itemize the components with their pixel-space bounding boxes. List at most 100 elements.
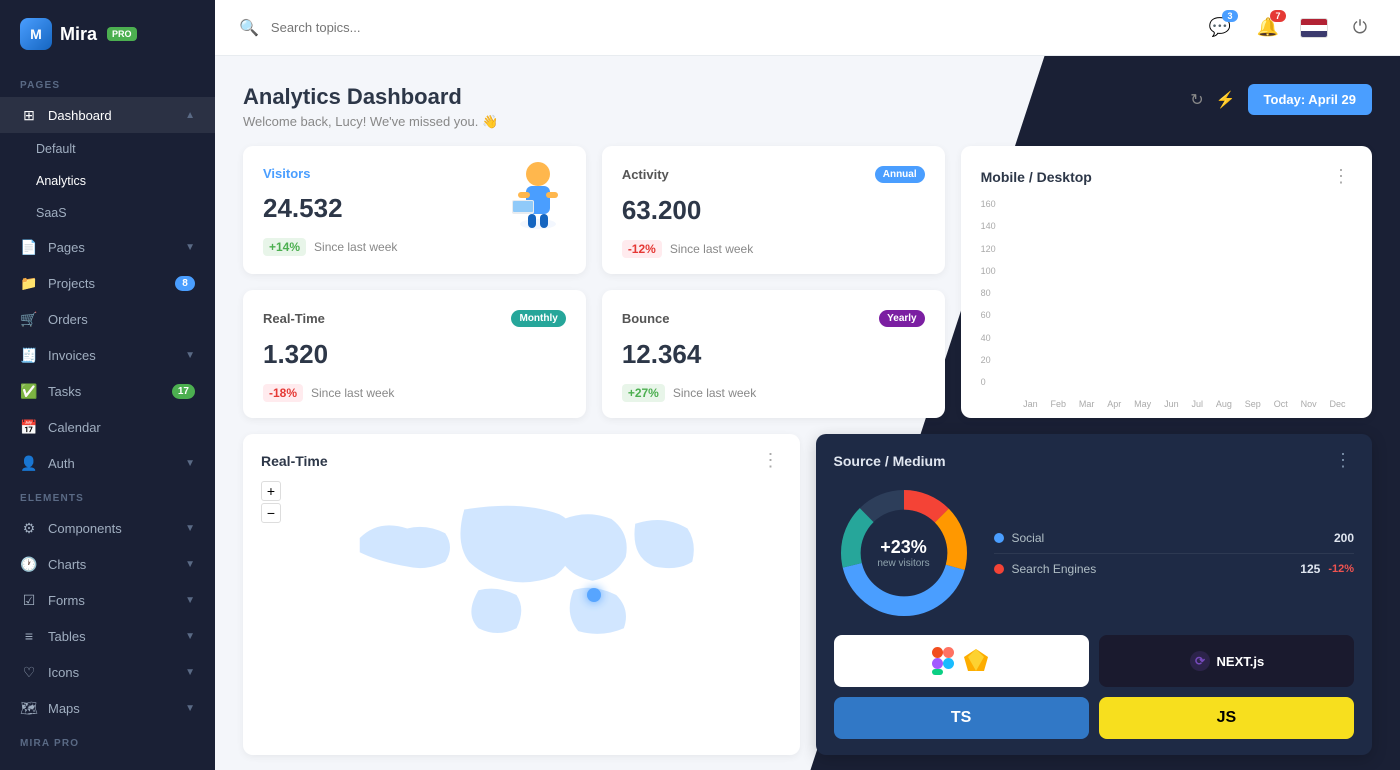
figma-sketch-card — [834, 635, 1089, 687]
logo-icon: M — [20, 18, 52, 50]
redux-icon: ⟳ — [1189, 650, 1211, 672]
redux-nextjs-card: ⟳ NEXT.js — [1099, 635, 1354, 687]
search-input[interactable] — [271, 20, 471, 35]
chevron-down-icon-inv: ▼ — [185, 350, 195, 361]
bounce-since: Since last week — [673, 386, 756, 400]
map-container: + − — [261, 481, 782, 671]
sidebar-item-dashboard[interactable]: ⊞ Dashboard ▲ — [0, 97, 215, 133]
sidebar-item-components[interactable]: ⚙ Components ▼ — [0, 510, 215, 546]
tasks-label: Tasks — [48, 384, 81, 399]
realtime-since: Since last week — [311, 386, 394, 400]
world-map-svg — [261, 481, 782, 671]
components-label: Components — [48, 521, 122, 536]
sidebar-item-calendar[interactable]: 📅 Calendar — [0, 409, 215, 445]
bounce-value: 12.364 — [622, 339, 925, 370]
source-list: Social 200 Search Engines 125 — [994, 523, 1355, 584]
bounce-title: Bounce — [622, 311, 670, 326]
messages-badge: 3 — [1222, 10, 1238, 22]
search-engines-dot — [994, 564, 1004, 574]
activity-title: Activity — [622, 167, 669, 182]
mobile-desktop-menu[interactable]: ⋮ — [1332, 166, 1352, 187]
content-area: Analytics Dashboard Welcome back, Lucy! … — [215, 56, 1400, 770]
today-button[interactable]: Today: April 29 — [1248, 84, 1372, 115]
mobile-desktop-card: Mobile / Desktop ⋮ 020406080100120140160… — [961, 146, 1372, 418]
sidebar-item-saas[interactable]: SaaS — [0, 197, 215, 229]
x-axis-labels: JanFebMarAprMayJunJulAugSepOctNovDec — [1017, 399, 1352, 409]
map-zoom-out[interactable]: − — [261, 503, 281, 523]
sidebar-item-forms[interactable]: ☑ Forms ▼ — [0, 582, 215, 618]
activity-change: -12% — [622, 240, 662, 258]
search-engines-name: Search Engines — [1012, 562, 1097, 576]
auth-label: Auth — [48, 456, 75, 471]
realtime-card: Real-Time Monthly 1.320 -18% Since last … — [243, 290, 586, 418]
sidebar-item-tasks[interactable]: ✅ Tasks 17 — [0, 373, 215, 409]
notifications-badge: 7 — [1270, 10, 1286, 22]
page-title: Analytics Dashboard — [243, 84, 498, 110]
tasks-badge: 17 — [172, 384, 195, 399]
mobile-desktop-title: Mobile / Desktop — [981, 169, 1092, 185]
realtime-title: Real-Time — [263, 311, 325, 326]
source-content: +23% new visitors Social 200 — [834, 483, 1355, 623]
donut-label: new visitors — [877, 558, 929, 569]
chevron-up-icon: ▲ — [185, 110, 195, 121]
source-menu[interactable]: ⋮ — [1334, 450, 1354, 471]
auth-icon: 👤 — [20, 454, 38, 472]
sidebar-item-maps[interactable]: 🗺 Maps ▼ — [0, 690, 215, 726]
notifications-button[interactable]: 🔔 7 — [1252, 12, 1284, 44]
icons-label: Icons — [48, 665, 79, 680]
filter-icon[interactable]: ⚡ — [1216, 90, 1236, 110]
nextjs-label: NEXT.js — [1217, 654, 1265, 669]
chevron-down-icon: ▼ — [185, 242, 195, 253]
power-button[interactable]: ⏻ — [1344, 12, 1376, 44]
chevron-down-icon-maps: ▼ — [185, 703, 195, 714]
components-icon: ⚙ — [20, 519, 38, 537]
sidebar-item-tables[interactable]: ≡ Tables ▼ — [0, 618, 215, 654]
sidebar-item-orders[interactable]: 🛒 Orders — [0, 301, 215, 337]
sidebar-item-projects[interactable]: 📁 Projects 8 — [0, 265, 215, 301]
default-label: Default — [36, 142, 76, 156]
projects-icon: 📁 — [20, 274, 38, 292]
chevron-down-icon-auth: ▼ — [185, 458, 195, 469]
sidebar-item-default[interactable]: Default — [0, 133, 215, 165]
sidebar-item-charts[interactable]: 🕐 Charts ▼ — [0, 546, 215, 582]
visitors-card: Visitors 24.532 — [243, 146, 586, 274]
app-logo[interactable]: M Mira PRO — [0, 0, 215, 68]
calendar-label: Calendar — [48, 420, 101, 435]
figma-icon — [932, 647, 954, 675]
sidebar-item-pages[interactable]: 📄 Pages ▼ — [0, 229, 215, 265]
analytics-label: Analytics — [36, 174, 86, 188]
sidebar-item-icons[interactable]: ♡ Icons ▼ — [0, 654, 215, 690]
tables-icon: ≡ — [20, 627, 38, 645]
language-flag[interactable] — [1300, 18, 1328, 38]
orders-label: Orders — [48, 312, 88, 327]
map-menu[interactable]: ⋮ — [762, 450, 782, 471]
source-title: Source / Medium — [834, 453, 946, 469]
charts-label: Charts — [48, 557, 86, 572]
invoices-label: Invoices — [48, 348, 96, 363]
refresh-icon[interactable]: ↻ — [1190, 90, 1203, 110]
pro-badge: PRO — [107, 27, 137, 41]
activity-badge: Annual — [875, 166, 925, 183]
map-controls: + − — [261, 481, 281, 523]
app-name: Mira — [60, 24, 97, 45]
y-axis-labels: 020406080100120140160 — [981, 199, 996, 387]
tech-logos-grid: ⟳ NEXT.js TS JS — [834, 635, 1355, 739]
realtime-change: -18% — [263, 384, 303, 402]
map-zoom-in[interactable]: + — [261, 481, 281, 501]
sidebar-item-invoices[interactable]: 🧾 Invoices ▼ — [0, 337, 215, 373]
realtime-value: 1.320 — [263, 339, 566, 370]
realtime-badge: Monthly — [511, 310, 565, 327]
visitors-since: Since last week — [314, 240, 397, 254]
projects-badge: 8 — [175, 276, 195, 291]
svg-text:⟳: ⟳ — [1195, 654, 1206, 668]
charts-icon: 🕐 — [20, 555, 38, 573]
calendar-icon: 📅 — [20, 418, 38, 436]
typescript-card: TS — [834, 697, 1089, 739]
messages-button[interactable]: 💬 3 — [1204, 12, 1236, 44]
sketch-icon — [962, 647, 990, 675]
projects-label: Projects — [48, 276, 95, 291]
social-value: 200 — [1334, 531, 1354, 545]
sidebar-item-analytics[interactable]: Analytics — [0, 165, 215, 197]
page-header-left: Analytics Dashboard Welcome back, Lucy! … — [243, 84, 498, 130]
sidebar-item-auth[interactable]: 👤 Auth ▼ — [0, 445, 215, 481]
